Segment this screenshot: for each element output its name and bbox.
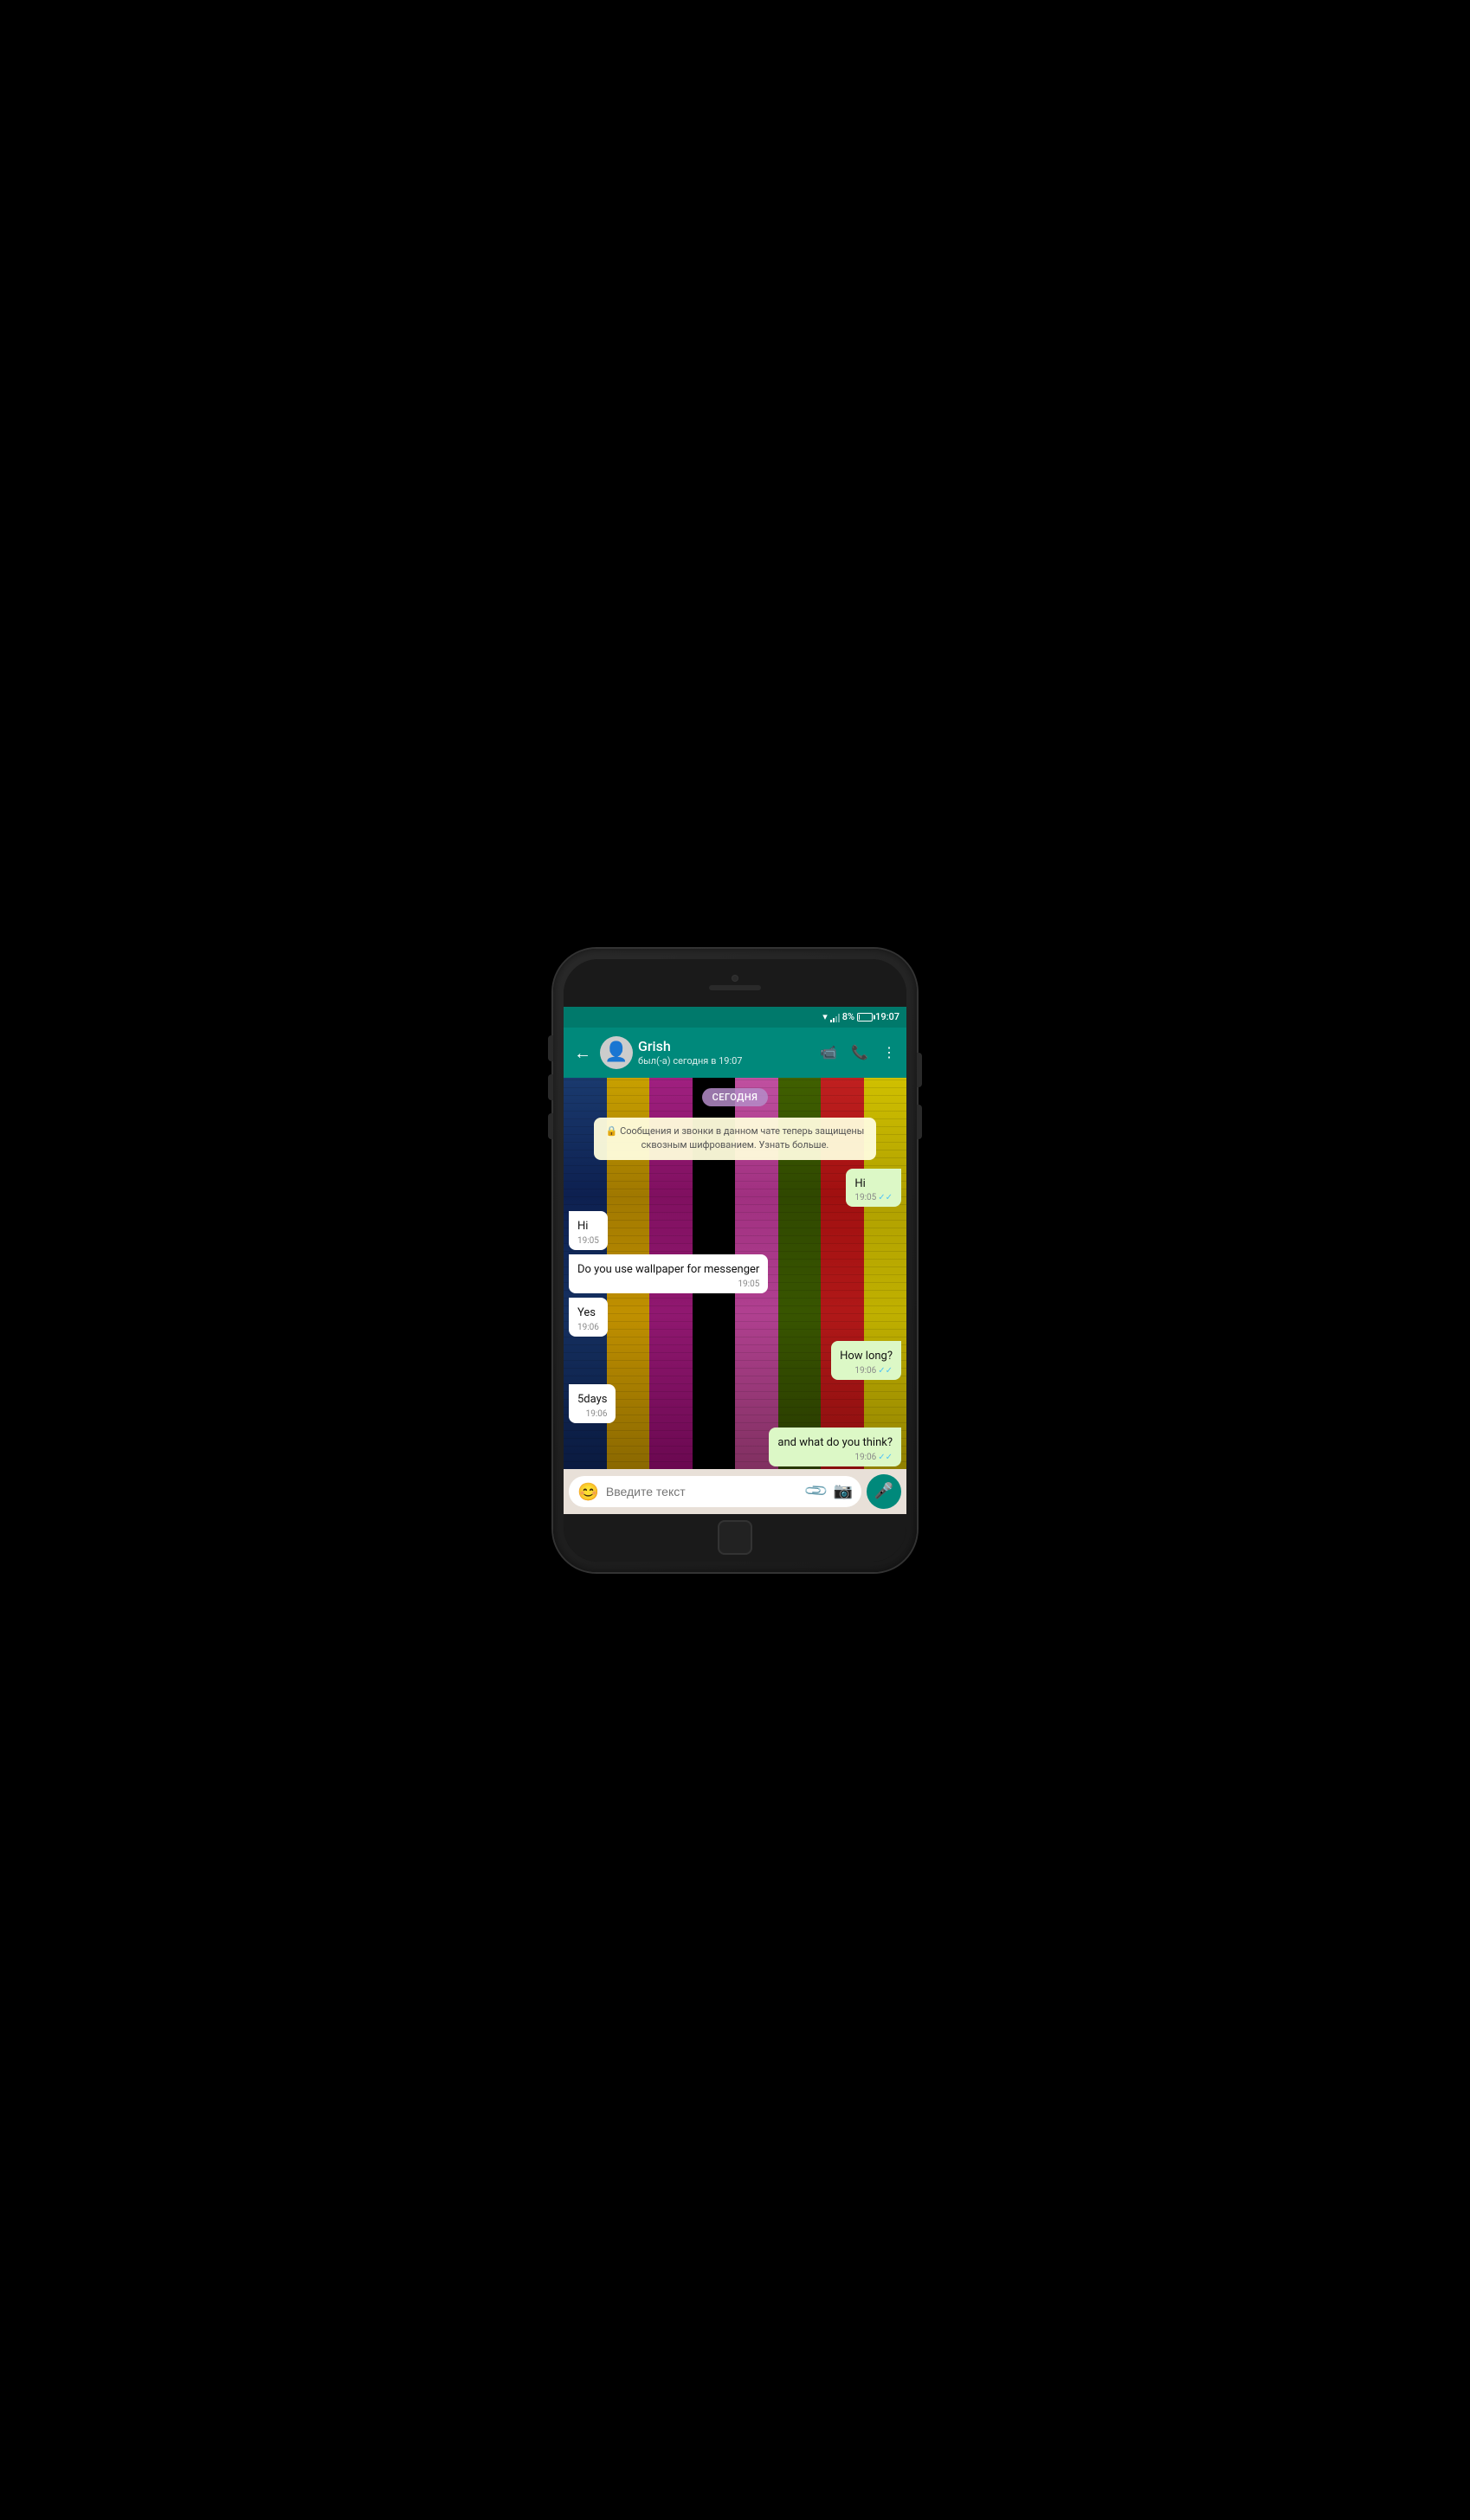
message-footer: 19:06 (577, 1408, 607, 1420)
message-text: 5days (577, 1393, 607, 1406)
message-text: Hi (577, 1220, 588, 1233)
message-bubble: Hi 19:05 (569, 1211, 608, 1250)
encryption-text: 🔒 Сообщения и звонки в данном чате тепер… (606, 1125, 865, 1151)
mic-icon: 🎤 (874, 1482, 893, 1500)
bottom-bezel (564, 1514, 906, 1562)
message-time: 19:05 (738, 1279, 759, 1290)
message-text: Do you use wallpaper for messenger (577, 1263, 759, 1276)
back-button[interactable]: ← (571, 1041, 595, 1065)
message-bubble: and what do you think? 19:06 ✓✓ (769, 1428, 901, 1466)
message-time: 19:06 (854, 1452, 876, 1463)
top-bezel (564, 959, 906, 1007)
message-bubble: 5days 19:06 (569, 1384, 616, 1423)
message-row: 5days 19:06 (569, 1384, 901, 1423)
status-bar: ▾ 8% 19:07 (564, 1007, 906, 1028)
message-row: Hi 19:05 ✓✓ (569, 1169, 901, 1208)
read-receipts: ✓✓ (878, 1192, 893, 1203)
chat-area: СЕГОДНЯ 🔒 Сообщения и звонки в данном ча… (564, 1078, 906, 1469)
person-icon: 👤 (604, 1041, 628, 1063)
message-time: 19:06 (577, 1322, 599, 1333)
battery-icon (857, 1013, 873, 1022)
phone-device: ▾ 8% 19:07 ← 👤 (553, 949, 917, 1572)
message-row: Yes 19:06 (569, 1298, 901, 1337)
battery-percent: 8% (842, 1011, 854, 1022)
contact-name: Grish (638, 1038, 811, 1054)
encryption-notice[interactable]: 🔒 Сообщения и звонки в данном чате тепер… (594, 1118, 876, 1160)
app-bar-actions: 📹 📞 ⋮ (816, 1041, 899, 1064)
message-time: 19:05 (854, 1192, 876, 1203)
message-footer: 19:05 (577, 1279, 759, 1290)
contact-status: был(-а) сегодня в 19:07 (638, 1055, 811, 1067)
front-camera (732, 975, 738, 982)
app-bar: ← 👤 Grish был(-а) сегодня в 19:07 📹 📞 ⋮ (564, 1028, 906, 1078)
contact-avatar[interactable]: 👤 (600, 1036, 633, 1069)
more-options-button[interactable]: ⋮ (879, 1041, 899, 1064)
message-footer: 19:06 ✓✓ (840, 1365, 893, 1376)
voice-call-button[interactable]: 📞 (848, 1041, 872, 1064)
screen-content: ▾ 8% 19:07 ← 👤 (564, 1007, 906, 1514)
message-row: How long? 19:06 ✓✓ (569, 1341, 901, 1380)
message-footer: 19:05 (577, 1235, 599, 1247)
message-time: 19:06 (854, 1365, 876, 1376)
phone-screen: ▾ 8% 19:07 ← 👤 (564, 959, 906, 1562)
contact-info[interactable]: Grish был(-а) сегодня в 19:07 (638, 1038, 811, 1066)
clock: 19:07 (875, 1011, 899, 1022)
message-time: 19:06 (586, 1408, 608, 1420)
message-text: and what do you think? (777, 1436, 893, 1449)
message-footer: 19:06 (577, 1322, 599, 1333)
emoji-button[interactable]: 😊 (577, 1481, 599, 1502)
message-bubble: Do you use wallpaper for messenger 19:05 (569, 1254, 768, 1293)
message-bubble: Yes 19:06 (569, 1298, 608, 1337)
video-call-button[interactable]: 📹 (816, 1041, 841, 1064)
input-area: 😊 📎 📷 🎤 (564, 1469, 906, 1514)
home-button[interactable] (718, 1520, 752, 1555)
mic-button[interactable]: 🎤 (867, 1474, 901, 1509)
wifi-icon: ▾ (822, 1011, 828, 1022)
message-text: Hi (854, 1177, 865, 1190)
read-receipts: ✓✓ (878, 1365, 893, 1376)
message-row: Do you use wallpaper for messenger 19:05 (569, 1254, 901, 1293)
message-bubble: How long? 19:06 ✓✓ (831, 1341, 901, 1380)
messages-list: СЕГОДНЯ 🔒 Сообщения и звонки в данном ча… (564, 1078, 906, 1469)
message-footer: 19:05 ✓✓ (854, 1192, 893, 1203)
status-icons: ▾ 8% 19:07 (822, 1011, 899, 1022)
message-text: Yes (577, 1306, 596, 1319)
message-input-wrapper: 😊 📎 📷 (569, 1476, 861, 1507)
message-input[interactable] (606, 1485, 800, 1498)
message-row: Hi 19:05 (569, 1211, 901, 1250)
date-badge: СЕГОДНЯ (702, 1088, 769, 1106)
signal-bars (830, 1012, 840, 1022)
earpiece-speaker (709, 985, 761, 990)
message-footer: 19:06 ✓✓ (777, 1452, 893, 1463)
read-receipts: ✓✓ (878, 1452, 893, 1463)
message-bubble: Hi 19:05 ✓✓ (846, 1169, 901, 1208)
attach-button[interactable]: 📎 (803, 1478, 830, 1505)
message-time: 19:05 (577, 1235, 599, 1247)
camera-button[interactable]: 📷 (834, 1482, 853, 1500)
message-text: How long? (840, 1350, 893, 1363)
message-row: and what do you think? 19:06 ✓✓ (569, 1428, 901, 1466)
